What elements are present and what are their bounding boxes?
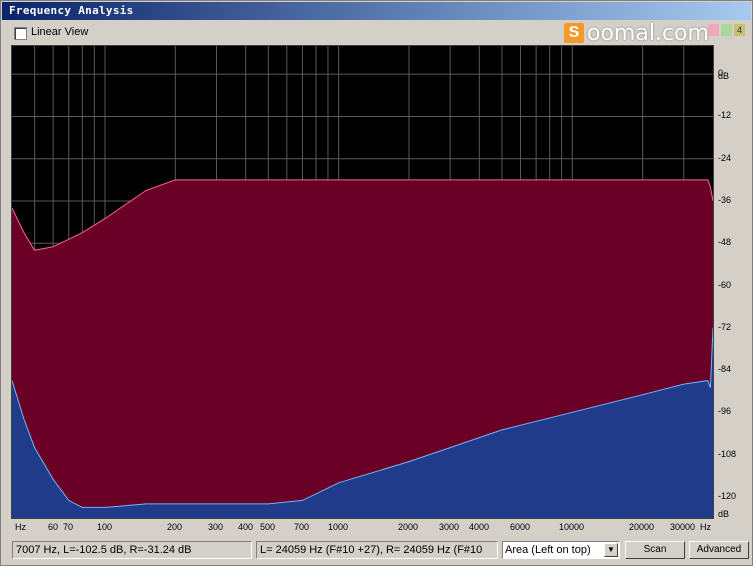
window-button-2[interactable] xyxy=(721,24,732,36)
hz-tick-label: 500 xyxy=(260,522,276,532)
hz-tick-label: 3000 xyxy=(439,522,460,532)
title-bar[interactable]: Frequency Analysis xyxy=(2,2,751,20)
hz-tick-label: 6000 xyxy=(510,522,531,532)
soomal-watermark: S oomal.com xyxy=(564,20,709,46)
soomal-brand-text: oomal.com xyxy=(587,20,709,46)
db-tick-label: 0 xyxy=(718,68,724,78)
status-bar: 7007 Hz, L=-102.5 dB, R=-31.24 dB L= 240… xyxy=(2,539,751,565)
peak-readout: L= 24059 Hz (F#10 +27), R= 24059 Hz (F#1… xyxy=(256,541,498,559)
hz-unit-label-right: Hz xyxy=(700,522,711,532)
hz-tick-label: 30000 xyxy=(670,522,696,532)
soomal-logo-icon: S xyxy=(564,23,584,43)
spectrum-plot[interactable] xyxy=(11,45,714,519)
scan-button[interactable]: Scan xyxy=(625,541,685,559)
hz-unit-label-left: Hz xyxy=(15,522,26,532)
hz-tick-label: 2000 xyxy=(398,522,419,532)
spectrum-svg[interactable] xyxy=(12,46,713,518)
frequency-analysis-window: Frequency Analysis Linear View S oomal.c… xyxy=(0,0,753,566)
display-mode-value: Area (Left on top) xyxy=(505,544,591,556)
db-tick-label: -120 xyxy=(718,491,737,501)
db-tick-label: -108 xyxy=(718,449,737,459)
window-button-3[interactable]: 4 xyxy=(734,24,745,36)
hz-tick-label: 200 xyxy=(167,522,183,532)
hz-tick-label: 20000 xyxy=(629,522,655,532)
hz-tick-label: 700 xyxy=(294,522,310,532)
cursor-readout: 7007 Hz, L=-102.5 dB, R=-31.24 dB xyxy=(12,541,252,559)
db-tick-label: -96 xyxy=(718,406,732,416)
hz-tick-label: 10000 xyxy=(559,522,585,532)
chevron-down-icon[interactable]: ▼ xyxy=(604,543,618,557)
window-title: Frequency Analysis xyxy=(9,4,134,17)
hz-tick-label: 400 xyxy=(238,522,254,532)
hz-tick-label: 70 xyxy=(63,522,74,532)
hz-tick-label: 1000 xyxy=(328,522,349,532)
advanced-button[interactable]: Advanced xyxy=(689,541,749,559)
db-tick-label: -36 xyxy=(718,195,732,205)
hz-tick-label: 4000 xyxy=(469,522,490,532)
display-mode-select[interactable]: Area (Left on top) ▼ xyxy=(502,541,620,559)
db-tick-label: -84 xyxy=(718,364,732,374)
db-tick-label: -48 xyxy=(718,237,732,247)
db-tick-label: -72 xyxy=(718,322,732,332)
db-unit-label-bottom: dB xyxy=(718,509,730,519)
hz-tick-label: 100 xyxy=(97,522,113,532)
hz-tick-label: 60 xyxy=(48,522,59,532)
db-tick-label: -60 xyxy=(718,280,732,290)
linear-view-label[interactable]: Linear View xyxy=(31,26,88,38)
db-tick-label: -12 xyxy=(718,110,732,120)
linear-view-checkbox[interactable] xyxy=(14,27,27,40)
hz-tick-label: 300 xyxy=(208,522,224,532)
window-button-1[interactable] xyxy=(708,24,719,36)
db-tick-label: -24 xyxy=(718,153,732,163)
